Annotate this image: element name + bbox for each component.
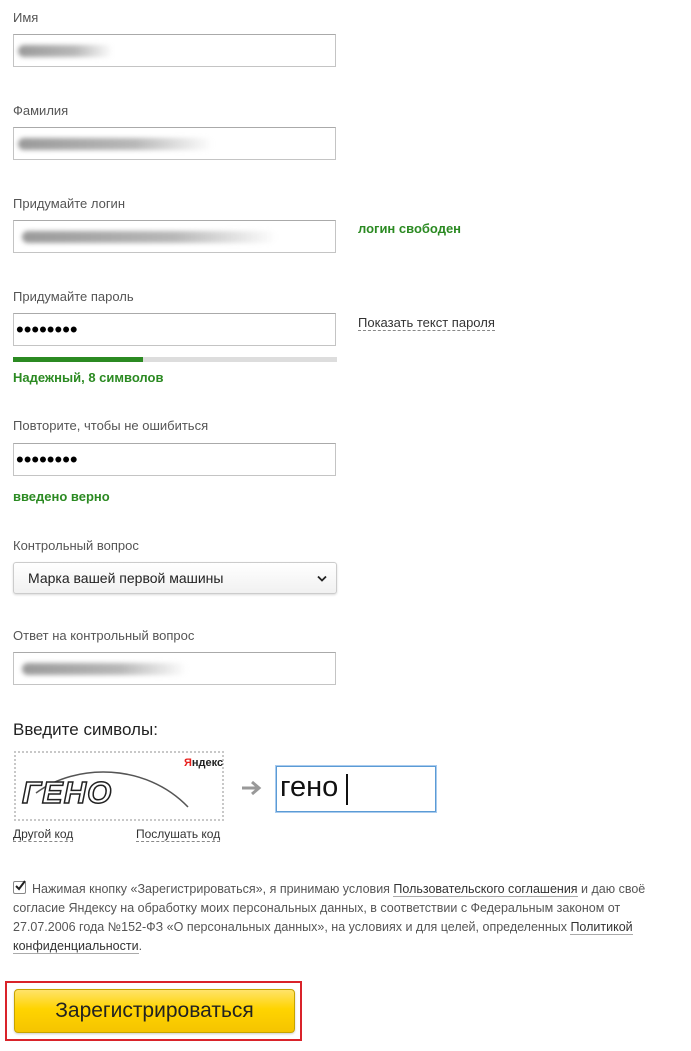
- password-strength-fill: [13, 357, 143, 362]
- captcha-text: ГЕНО: [21, 774, 113, 811]
- user-agreement-link[interactable]: Пользовательского соглашения: [393, 882, 578, 897]
- terms-text: Нажимая кнопку «Зарегистрироваться», я п…: [13, 880, 678, 956]
- first-name-input[interactable]: [13, 34, 336, 67]
- show-password-link[interactable]: Показать текст пароля: [358, 315, 495, 331]
- terms-text-part1: Нажимая кнопку «Зарегистрироваться», я п…: [32, 882, 394, 896]
- login-input[interactable]: [13, 220, 336, 253]
- password-repeat-label: Повторите, чтобы не ошибиться: [13, 418, 209, 433]
- text-cursor: [346, 774, 348, 805]
- terms-text-part3: .: [138, 939, 143, 953]
- last-name-input[interactable]: [13, 127, 336, 160]
- login-status: логин свободен: [358, 221, 462, 236]
- redacted-value: [18, 44, 113, 57]
- security-question-select[interactable]: Марка вашей первой машины: [13, 562, 337, 594]
- password-input[interactable]: ••••••••: [13, 313, 336, 346]
- password-label: Придумайте пароль: [13, 289, 134, 304]
- redacted-value: [22, 230, 277, 243]
- password-repeat-status: введено верно: [13, 489, 110, 504]
- security-answer-input[interactable]: [13, 652, 336, 685]
- security-question-label: Контрольный вопрос: [13, 538, 139, 553]
- password-repeat-value: ••••••••: [16, 446, 78, 472]
- password-value: ••••••••: [16, 316, 78, 342]
- password-strength-bar: [13, 357, 337, 362]
- checkmark-icon: [15, 880, 26, 891]
- captcha-input[interactable]: гено: [276, 766, 436, 812]
- captcha-input-value: гено: [280, 771, 339, 803]
- redacted-value: [18, 137, 213, 150]
- first-name-label: Имя: [13, 10, 39, 25]
- password-repeat-input[interactable]: ••••••••: [13, 443, 336, 476]
- listen-code-link[interactable]: Послушать код: [136, 827, 221, 842]
- login-label: Придумайте логин: [13, 196, 125, 211]
- password-strength-text: Надежный, 8 символов: [13, 370, 164, 385]
- other-code-link[interactable]: Другой код: [13, 827, 74, 842]
- arrow-right-icon: [242, 780, 262, 796]
- redacted-value: [22, 662, 187, 675]
- last-name-label: Фамилия: [13, 103, 69, 118]
- security-question-value: Марка вашей первой машины: [28, 570, 224, 586]
- security-answer-label: Ответ на контрольный вопрос: [13, 628, 195, 643]
- captcha-image: Яндекс ГЕНО: [14, 751, 224, 821]
- chevron-down-icon: [317, 575, 327, 582]
- captcha-heading: Введите символы:: [13, 720, 158, 739]
- register-button[interactable]: Зарегистрироваться: [14, 989, 295, 1033]
- terms-checkbox[interactable]: [13, 880, 26, 894]
